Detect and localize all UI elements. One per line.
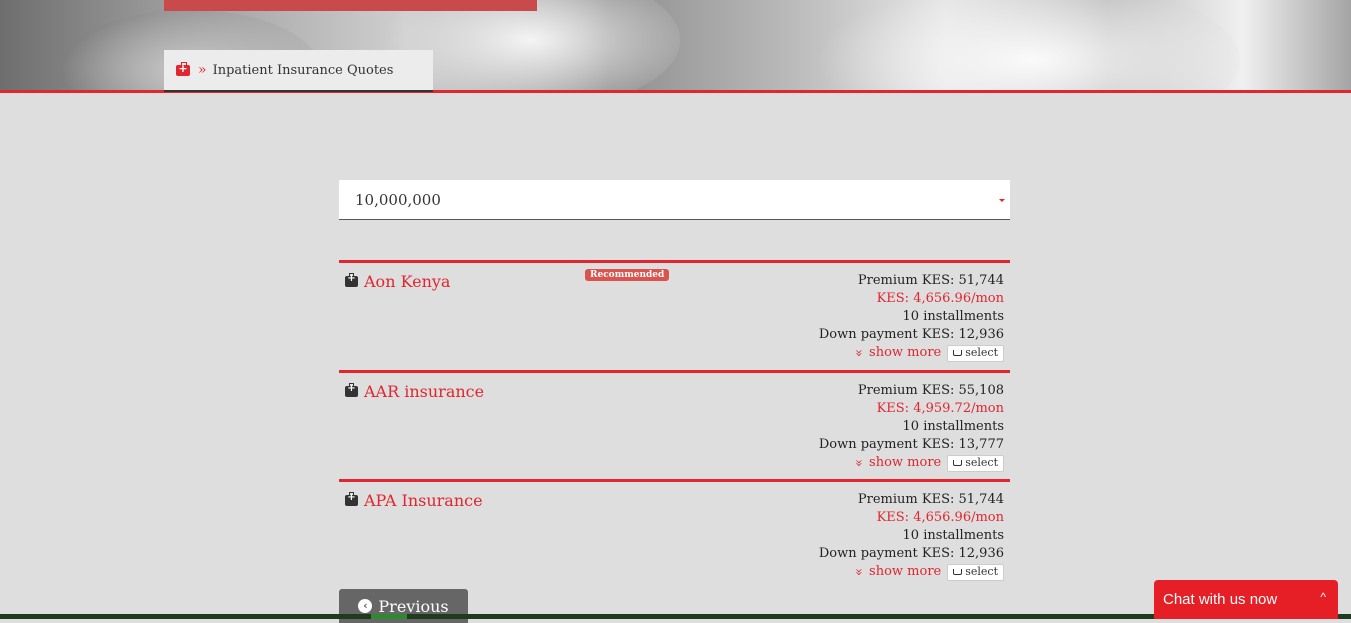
breadcrumb: » Inpatient Insurance Quotes xyxy=(164,50,433,92)
select-button[interactable]: select xyxy=(947,563,1004,581)
quote-provider[interactable]: APA Insurance xyxy=(345,491,483,510)
quote-provider-name: Aon Kenya xyxy=(364,272,451,291)
cart-icon xyxy=(953,569,963,575)
quote-actions: » show more select xyxy=(819,563,1004,581)
hero-image-shade xyxy=(820,0,1240,90)
double-chevron-down-icon: » xyxy=(850,568,866,576)
quote-installments: 10 installments xyxy=(902,419,1004,434)
quote-pricing: Premium KES: 51,744 KES: 4,656.96/mon 10… xyxy=(819,491,1004,581)
medkit-icon xyxy=(345,492,358,506)
quote-pricing: Premium KES: 55,108 KES: 4,959.72/mon 10… xyxy=(819,382,1004,472)
cart-icon xyxy=(953,460,963,466)
chevron-up-icon[interactable]: ^ xyxy=(1320,590,1326,604)
quote-premium: Premium KES: 51,744 xyxy=(857,492,1004,507)
show-more-label: show more xyxy=(869,564,942,579)
quote-card: APA Insurance Premium KES: 51,744 KES: 4… xyxy=(339,479,1010,587)
show-more-label: show more xyxy=(869,345,942,360)
double-chevron-down-icon: » xyxy=(850,459,866,467)
footer-bar-accent xyxy=(371,614,407,619)
quote-down-payment: Down payment KES: 12,936 xyxy=(818,327,1004,342)
medkit-icon xyxy=(345,273,358,287)
quote-provider-name: APA Insurance xyxy=(364,491,483,510)
cart-icon xyxy=(953,350,963,356)
previous-button-label: Previous xyxy=(378,596,449,616)
select-button[interactable]: select xyxy=(947,344,1004,362)
quote-card: Aon Kenya Recommended Premium KES: 51,74… xyxy=(339,260,1010,368)
quote-pricing: Premium KES: 51,744 KES: 4,656.96/mon 10… xyxy=(819,272,1004,362)
chevron-left-circle-icon: ‹ xyxy=(358,599,373,613)
quote-monthly: KES: 4,656.96/mon xyxy=(876,291,1004,306)
double-chevron-right-icon: » xyxy=(198,62,207,78)
show-more-link[interactable]: » show more xyxy=(851,344,942,362)
chat-widget[interactable]: Chat with us now ^ xyxy=(1154,580,1338,619)
hero-accent-bar xyxy=(164,0,537,11)
select-button[interactable]: select xyxy=(947,454,1004,472)
select-button-label: select xyxy=(965,346,998,359)
caret-down-icon xyxy=(999,199,1005,202)
chat-label: Chat with us now xyxy=(1163,591,1278,608)
select-button-label: select xyxy=(965,456,998,469)
quote-monthly: KES: 4,959.72/mon xyxy=(876,401,1004,416)
quote-installments: 10 installments xyxy=(902,528,1004,543)
quote-provider[interactable]: AAR insurance xyxy=(345,382,484,401)
breadcrumb-label: Inpatient Insurance Quotes xyxy=(212,62,394,78)
quote-card: AAR insurance Premium KES: 55,108 KES: 4… xyxy=(339,370,1010,478)
quote-installments: 10 installments xyxy=(902,309,1004,324)
quote-down-payment: Down payment KES: 13,777 xyxy=(818,437,1004,452)
cover-amount-value: 10,000,000 xyxy=(355,190,441,209)
double-chevron-down-icon: » xyxy=(850,349,866,357)
quote-provider-name: AAR insurance xyxy=(364,382,485,401)
cover-amount-select[interactable]: 10,000,000 xyxy=(339,180,1010,220)
quote-provider[interactable]: Aon Kenya xyxy=(345,272,450,291)
show-more-label: show more xyxy=(869,455,942,470)
select-button-label: select xyxy=(965,565,998,578)
show-more-link[interactable]: » show more xyxy=(851,563,942,581)
recommended-badge: Recommended xyxy=(585,269,670,281)
quote-monthly: KES: 4,656.96/mon xyxy=(876,510,1004,525)
quote-actions: » show more select xyxy=(819,344,1004,362)
quote-premium: Premium KES: 55,108 xyxy=(857,383,1004,398)
medkit-icon xyxy=(176,61,190,76)
footer-bar xyxy=(0,614,1351,619)
quote-down-payment: Down payment KES: 12,936 xyxy=(818,546,1004,561)
quote-actions: » show more select xyxy=(819,454,1004,472)
quote-premium: Premium KES: 51,744 xyxy=(857,273,1004,288)
show-more-link[interactable]: » show more xyxy=(851,454,942,472)
medkit-icon xyxy=(345,383,358,397)
